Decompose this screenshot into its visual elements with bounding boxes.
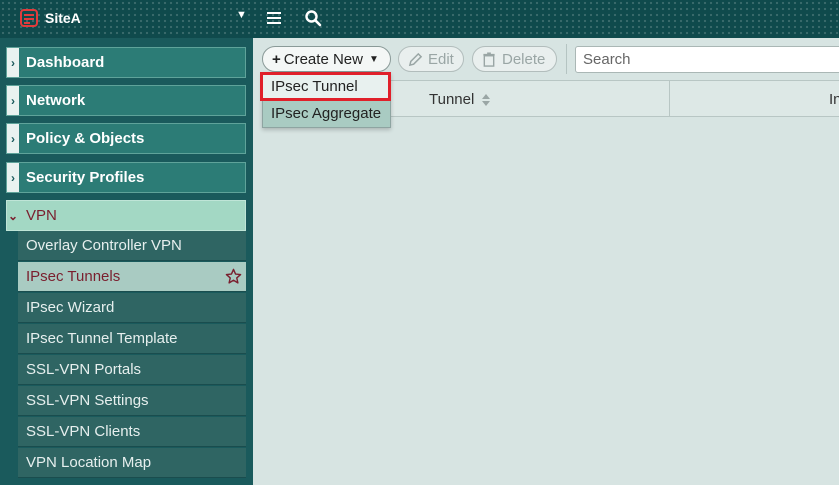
sidebar-item-ipsec-tunnels[interactable]: IPsec Tunnels [18, 262, 246, 292]
create-new-dropdown: IPsec Tunnel IPsec Aggregate [262, 72, 391, 128]
search-input[interactable] [575, 46, 839, 73]
sidebar-item-overlay-controller-vpn[interactable]: Overlay Controller VPN [18, 231, 246, 261]
star-icon[interactable] [225, 268, 242, 285]
sidebar-item-label: SSL-VPN Clients [26, 423, 141, 440]
menu-item-ipsec-tunnel[interactable]: IPsec Tunnel [263, 73, 390, 100]
column-header-label: Tunnel [429, 91, 475, 108]
nav-section-vpn[interactable]: ⌄ VPN [6, 200, 246, 231]
search-icon[interactable] [304, 9, 322, 27]
table-body [262, 117, 839, 485]
sidebar-item-label: SSL-VPN Settings [26, 392, 149, 409]
chevron-right-icon: › [7, 124, 19, 153]
nav-section-network[interactable]: › Network [6, 85, 246, 116]
chevron-down-icon: ▼ [368, 53, 379, 65]
delete-label: Delete [502, 50, 546, 68]
menu-item-label: IPsec Aggregate [271, 105, 382, 122]
chevron-down-icon[interactable]: ▼ [236, 9, 247, 21]
plus-icon: + [272, 50, 281, 68]
hamburger-menu-icon[interactable] [266, 10, 282, 26]
sidebar-item-ipsec-tunnel-template[interactable]: IPsec Tunnel Template [18, 324, 246, 354]
top-bar: SiteA ▼ [0, 0, 839, 38]
sidebar-item-vpn-location-map[interactable]: VPN Location Map [18, 448, 246, 478]
chevron-right-icon: › [7, 48, 19, 77]
chevron-down-icon: ⌄ [7, 201, 19, 230]
nav-section-label: Network [26, 92, 86, 109]
sidebar-item-label: IPsec Wizard [26, 299, 115, 316]
sidebar-item-label: VPN Location Map [26, 454, 152, 471]
sidebar-item-label: IPsec Tunnel Template [26, 330, 178, 347]
menu-item-ipsec-aggregate[interactable]: IPsec Aggregate [263, 100, 390, 127]
nav-section-security-profiles[interactable]: › Security Profiles [6, 162, 246, 193]
sidebar-item-ipsec-wizard[interactable]: IPsec Wizard [18, 293, 246, 323]
trash-icon [483, 51, 495, 67]
sidebar-item-label: SSL-VPN Portals [26, 361, 142, 378]
sidebar-item-label: Overlay Controller VPN [26, 237, 182, 254]
sidebar-item-ssl-vpn-clients[interactable]: SSL-VPN Clients [18, 417, 246, 447]
toolbar-divider [566, 44, 567, 74]
sort-icon [482, 94, 491, 107]
create-new-button[interactable]: + Create New ▼ [262, 46, 391, 72]
column-header-in[interactable]: In [829, 91, 839, 108]
nav-section-label: Security Profiles [26, 169, 145, 186]
sidebar-item-ssl-vpn-settings[interactable]: SSL-VPN Settings [18, 386, 246, 416]
nav-section-dashboard[interactable]: › Dashboard [6, 47, 246, 78]
nav-section-label: VPN [26, 207, 57, 224]
sidebar-item-label: IPsec Tunnels [26, 268, 121, 285]
menu-item-label: IPsec Tunnel [271, 78, 358, 95]
chevron-right-icon: › [7, 86, 19, 115]
edit-label: Edit [428, 50, 454, 68]
chevron-right-icon: › [7, 163, 19, 192]
edit-button[interactable]: Edit [398, 46, 464, 72]
nav-section-label: Dashboard [26, 54, 105, 71]
delete-button[interactable]: Delete [472, 46, 557, 72]
nav-section-policy-objects[interactable]: › Policy & Objects [6, 123, 246, 154]
sidebar: › Dashboard › Network › Policy & Objects… [0, 38, 253, 485]
create-new-label: Create New [283, 50, 363, 68]
site-name[interactable]: SiteA [45, 10, 81, 26]
column-header-tunnel[interactable]: Tunnel [429, 91, 491, 108]
sidebar-item-ssl-vpn-portals[interactable]: SSL-VPN Portals [18, 355, 246, 385]
fortigate-logo-icon [20, 9, 38, 27]
column-divider [669, 80, 670, 117]
pencil-icon [408, 52, 423, 66]
nav-section-label: Policy & Objects [26, 130, 145, 147]
